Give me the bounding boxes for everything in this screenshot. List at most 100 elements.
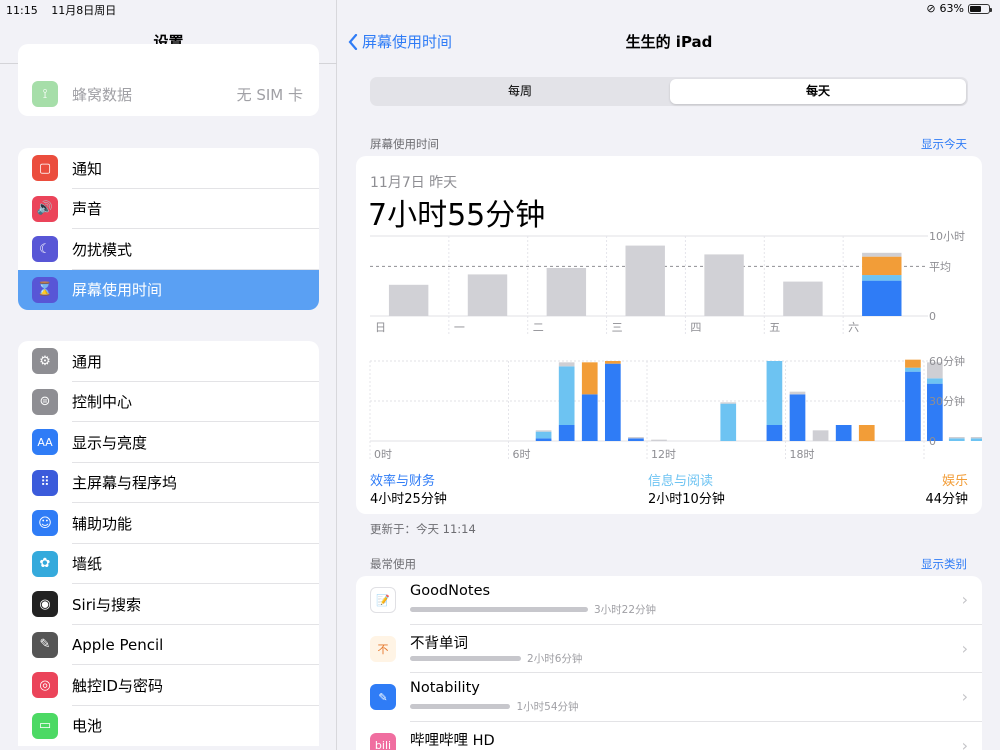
sidebar-item-screen-time[interactable]: ⌛ 屏幕使用时间	[18, 269, 319, 310]
legend-category-time: 4小时25分钟	[370, 492, 447, 507]
speaker-icon: 🔊	[32, 195, 58, 222]
day-bar	[783, 281, 823, 316]
chevron-right-icon: ›	[961, 687, 968, 706]
sidebar-item-accessibility[interactable]: ☺ 辅助功能	[18, 503, 319, 544]
show-categories-link[interactable]: 显示类别	[921, 556, 967, 572]
sidebar-item-label: 蜂窝数据	[72, 85, 133, 104]
bilibili-icon: bili	[370, 732, 396, 750]
segment-daily[interactable]: 每天	[670, 79, 966, 104]
goodnotes-icon: 📝	[370, 587, 396, 613]
fingerprint-icon: ◎	[32, 672, 58, 699]
hour-tick-label: 6时	[513, 448, 531, 461]
app-usage-row[interactable]: ✎ Notability 1小时54分钟 ›	[356, 673, 982, 722]
app-name: Notability	[410, 680, 480, 696]
app-usage-row[interactable]: bili 哔哩哔哩 HD ›	[356, 722, 982, 750]
app-usage-row[interactable]: 不不背单词 2小时6分钟 ›	[356, 625, 982, 674]
chevron-right-icon: ›	[961, 590, 968, 609]
siri-icon: ◉	[32, 591, 58, 618]
app-usage-time: 3小时22分钟	[594, 604, 657, 616]
day-bar	[704, 254, 744, 316]
most-used-list: 📝 GoodNotes 3小时22分钟 › 不不背单词 2小时6分钟 › ✎ Notabilit…	[356, 576, 982, 750]
show-today-link[interactable]: 显示今天	[921, 136, 967, 152]
sidebar-item-wallpaper[interactable]: ✿ 墙纸	[18, 544, 319, 585]
sidebar-item-label: 控制中心	[72, 393, 133, 412]
sidebar-item-label: 通知	[72, 159, 103, 178]
day-tick-label: 六	[848, 321, 859, 334]
antenna-icon: ⟟	[32, 81, 58, 108]
sidebar-item-control-center[interactable]: ⊜ 控制中心	[18, 382, 319, 423]
sidebar-item-siri[interactable]: ◉ Siri与搜索	[18, 584, 319, 625]
grid-icon: ⠿	[32, 469, 58, 496]
sidebar-item-label: 通用	[72, 352, 103, 371]
hour-bar-segment	[651, 439, 667, 441]
app-name: 哔哩哔哩 HD	[410, 732, 495, 749]
sidebar-item-sounds[interactable]: 🔊 声音	[18, 189, 319, 230]
app-usage-bar	[410, 607, 588, 612]
legend-category-time: 2小时10分钟	[648, 492, 725, 507]
hour-bar-segment	[604, 361, 621, 364]
accessibility-icon: ☺	[32, 510, 58, 537]
sidebar-item-battery[interactable]: ▭ 电池	[18, 706, 319, 747]
hour-bar-segment	[766, 361, 783, 425]
sidebar-item-display[interactable]: AA 显示与亮度	[18, 422, 319, 463]
hour-bar-segment	[766, 425, 783, 441]
chevron-right-icon: ›	[961, 735, 968, 750]
sidebar-item-notifications[interactable]: ▢ 通知	[18, 148, 319, 189]
y-tick-label: 10小时	[929, 230, 965, 243]
day-tick-label: 三	[612, 321, 623, 334]
hour-bar-segment	[628, 437, 644, 439]
hour-bar-segment	[720, 402, 737, 404]
day-bar	[546, 268, 587, 316]
period-segmented-control: 每周 每天	[370, 77, 968, 106]
hour-bar-segment	[558, 425, 575, 441]
sidebar-item-general[interactable]: ⚙ 通用	[18, 341, 319, 382]
hour-bar-segment	[789, 394, 806, 441]
day-tick-label: 日	[375, 321, 386, 334]
sidebar-item-touch-id[interactable]: ◎ 触控ID与密码	[18, 665, 319, 706]
sidebar-item-home-screen[interactable]: ⠿ 主屏幕与程序坞	[18, 463, 319, 504]
hour-bar-segment	[948, 438, 965, 441]
updated-time: 更新于：今天 11:14	[370, 522, 476, 536]
battery-icon: ▭	[32, 712, 58, 739]
sidebar-item-cellular[interactable]: ⟟ 蜂窝数据 无 SIM 卡	[18, 74, 319, 115]
sidebar-item-apple-pencil[interactable]: ✎ Apple Pencil	[18, 625, 319, 666]
hour-bar-segment	[720, 403, 737, 441]
chevron-right-icon: ›	[961, 638, 968, 658]
moon-icon: ☾	[32, 236, 58, 263]
hour-tick-label: 12时	[651, 448, 676, 461]
hour-bar-segment	[812, 430, 829, 441]
hourglass-icon: ⌛	[32, 276, 58, 303]
y-tick-label: 0	[929, 435, 936, 448]
day-bar	[467, 274, 508, 316]
settings-sidebar: 设置 ⟟ 蜂窝数据无 SIM 卡 ▢ 通知 🔊 声音 ☾ 勿扰模式 ⌛ 屏幕使用时间 ⚙ 通用 ⊜ 控…	[0, 0, 337, 750]
legend-category-time: 44分钟	[925, 492, 968, 507]
sidebar-item-label: 显示与亮度	[72, 433, 148, 452]
sidebar-item-dnd[interactable]: ☾ 勿扰模式	[18, 229, 319, 270]
day-bar-segment	[862, 275, 902, 281]
sidebar-item-label: Siri与搜索	[72, 595, 142, 614]
legend-category-name: 效率与财务	[370, 474, 436, 489]
sidebar-item-label: 声音	[72, 200, 103, 219]
notification-icon: ▢	[32, 155, 58, 182]
sidebar-item-label: 勿扰模式	[72, 240, 133, 259]
screen-time-detail: 屏幕使用时间 生生的 iPad 每周 每天 屏幕使用时间 显示今天 11月7日 …	[338, 0, 1000, 750]
section-label-most-used: 最常使用	[370, 557, 416, 571]
orientation-lock-icon: ⊘	[926, 2, 936, 15]
sidebar-item-label: 触控ID与密码	[72, 676, 163, 695]
usage-charts: 日 一 二 三 四 五 六 10小时平均 0 0时 6时 12时 18时 60分钟 30分钟 0	[369, 230, 982, 461]
bubei-icon: 不	[370, 635, 396, 662]
hour-bar-segment	[927, 378, 943, 384]
settings-group-notifications: ▢ 通知 🔊 声音 ☾ 勿扰模式 ⌛ 屏幕使用时间	[18, 148, 319, 310]
battery-percent: 63%	[939, 2, 964, 15]
sidebar-item-label: 电池	[72, 717, 103, 736]
battery-icon	[968, 3, 992, 14]
day-tick-label: 二	[533, 321, 544, 334]
segment-weekly[interactable]: 每周	[372, 79, 668, 104]
settings-group-network: ⟟ 蜂窝数据 无 SIM 卡	[18, 44, 319, 116]
legend-category-name: 娱乐	[941, 474, 968, 489]
hour-bar-segment	[858, 425, 875, 441]
sidebar-item-value: 无 SIM 卡	[236, 85, 303, 104]
hour-bar-segment	[970, 438, 982, 441]
app-usage-row[interactable]: 📝 GoodNotes 3小时22分钟 ›	[356, 576, 982, 625]
app-usage-time: 2小时6分钟	[527, 652, 583, 665]
